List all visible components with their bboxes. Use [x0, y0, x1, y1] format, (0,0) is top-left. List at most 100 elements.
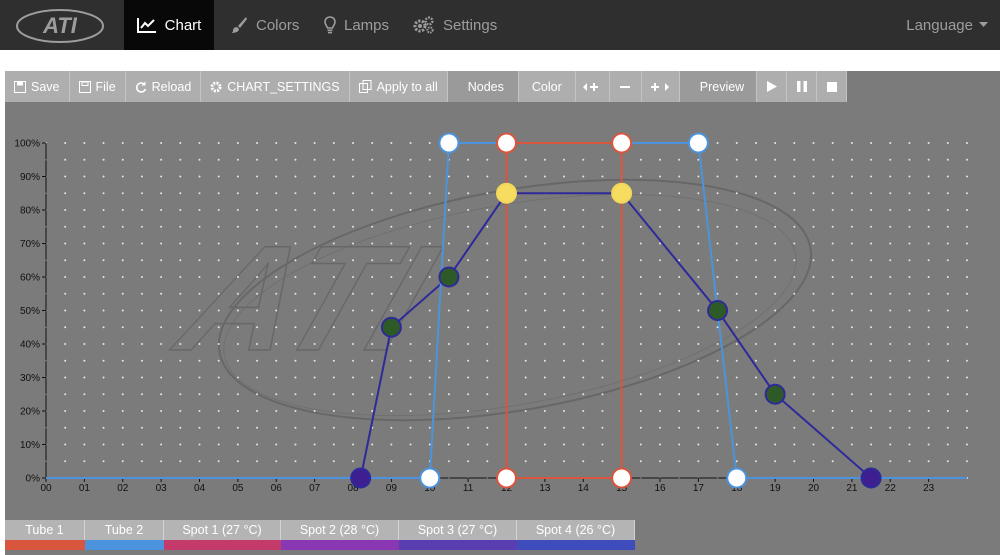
- grid-dot: [812, 225, 815, 228]
- grid-dot: [352, 410, 354, 412]
- grid-dot: [352, 242, 354, 245]
- color-toggle[interactable]: Color: [518, 71, 576, 102]
- grid-dot: [83, 326, 86, 329]
- grid-dot: [217, 158, 220, 161]
- schedule-node[interactable]: [496, 132, 517, 154]
- schedule-node[interactable]: [764, 383, 786, 405]
- schedule-node[interactable]: [438, 266, 460, 288]
- pause-button[interactable]: [787, 71, 818, 102]
- grid-dot: [889, 443, 892, 446]
- grid-dot: [716, 443, 719, 446]
- grid-dot: [121, 393, 124, 396]
- grid-dot: [563, 276, 566, 278]
- grid-dot: [946, 393, 949, 396]
- grid-dot: [428, 376, 431, 379]
- grid-dot: [716, 393, 719, 396]
- grid-dot: [774, 309, 777, 312]
- schedule-node[interactable]: [726, 467, 748, 489]
- schedule-node[interactable]: [687, 132, 709, 154]
- y-tick-label: 60%: [20, 273, 40, 284]
- grid-dot: [217, 410, 220, 412]
- grid-dot: [236, 326, 239, 329]
- preview-button[interactable]: Preview: [679, 71, 758, 102]
- grid-dot: [313, 242, 316, 245]
- grid-dot: [850, 393, 853, 396]
- schedule-node[interactable]: [707, 300, 729, 321]
- schedule-node[interactable]: [438, 132, 460, 154]
- tab-tube-1[interactable]: Tube 1: [5, 520, 85, 550]
- schedule-node[interactable]: [380, 316, 402, 338]
- grid-dot: [352, 393, 354, 396]
- grid-dot: [966, 343, 968, 345]
- grid-dot: [467, 359, 470, 362]
- grid-dot: [543, 309, 546, 312]
- schedule-node[interactable]: [496, 182, 517, 204]
- grid-dot: [121, 142, 124, 144]
- expand-horizontal-button[interactable]: [575, 71, 610, 102]
- grid-dot: [371, 142, 374, 144]
- schedule-node[interactable]: [419, 467, 441, 489]
- grid-dot: [409, 209, 412, 211]
- schedule-node[interactable]: [611, 132, 633, 154]
- grid-dot: [831, 343, 834, 345]
- grid-dot: [313, 276, 316, 278]
- grid-dot: [908, 175, 911, 178]
- file-button[interactable]: File: [69, 71, 126, 102]
- grid-dot: [236, 142, 239, 144]
- schedule-node[interactable]: [350, 467, 372, 489]
- grid-dot: [217, 209, 220, 211]
- grid-dot: [275, 460, 278, 463]
- grid-dot: [927, 276, 930, 278]
- grid-dot: [946, 209, 949, 211]
- add-node-button[interactable]: [641, 71, 680, 102]
- stop-button[interactable]: [817, 71, 848, 102]
- grid-dot: [428, 158, 431, 161]
- grid-dot: [716, 175, 719, 178]
- grid-dot: [352, 225, 354, 228]
- tab-color-stripe: [281, 540, 399, 550]
- grid-dot: [908, 410, 911, 412]
- tab-spot-4[interactable]: Spot 4 (26 °C): [517, 520, 635, 550]
- x-tick-label: 22: [885, 483, 897, 494]
- grid-dot: [179, 376, 182, 379]
- grid-dot: [332, 292, 335, 295]
- grid-dot: [83, 175, 86, 178]
- grid-dot: [946, 410, 949, 412]
- remove-node-button[interactable]: [609, 71, 642, 102]
- grid-dot: [850, 276, 853, 278]
- grid-dot: [908, 209, 911, 211]
- grid-dot: [486, 192, 489, 195]
- tab-tube-2[interactable]: Tube 2: [85, 520, 164, 550]
- play-button[interactable]: [757, 71, 788, 102]
- grid-dot: [774, 326, 777, 329]
- grid-dot: [332, 309, 335, 312]
- grid-dot: [102, 410, 105, 412]
- grid-dot: [735, 259, 738, 262]
- schedule-node[interactable]: [860, 467, 882, 489]
- x-tick-label: 00: [40, 483, 52, 494]
- grid-dot: [678, 343, 681, 345]
- schedule-node[interactable]: [611, 467, 633, 489]
- grid-dot: [946, 192, 949, 195]
- grid-dot: [889, 225, 892, 228]
- grid-dot: [774, 359, 777, 362]
- chart-settings-button[interactable]: CHART_SETTINGS: [201, 71, 350, 102]
- reload-button[interactable]: Reload: [125, 71, 202, 102]
- schedule-node[interactable]: [611, 182, 633, 204]
- chart-series[interactable]: [46, 132, 967, 489]
- tab-spot-2[interactable]: Spot 2 (28 °C): [281, 520, 399, 550]
- schedule-node[interactable]: [496, 467, 517, 489]
- grid-dot: [716, 225, 719, 228]
- nodes-toggle[interactable]: Nodes: [447, 71, 519, 102]
- grid-dot: [217, 376, 220, 379]
- tab-spot-3[interactable]: Spot 3 (27 °C): [399, 520, 517, 550]
- y-tick-label: 100%: [14, 139, 40, 150]
- grid-dot: [236, 192, 239, 195]
- apply-to-all-button[interactable]: Apply to all: [349, 71, 448, 102]
- grid-dot: [716, 460, 719, 463]
- grid-dot: [140, 460, 143, 463]
- save-button[interactable]: Save: [5, 71, 70, 102]
- grid-dot: [409, 460, 412, 463]
- grid-dot: [639, 276, 642, 278]
- tab-spot-1[interactable]: Spot 1 (27 °C): [164, 520, 281, 550]
